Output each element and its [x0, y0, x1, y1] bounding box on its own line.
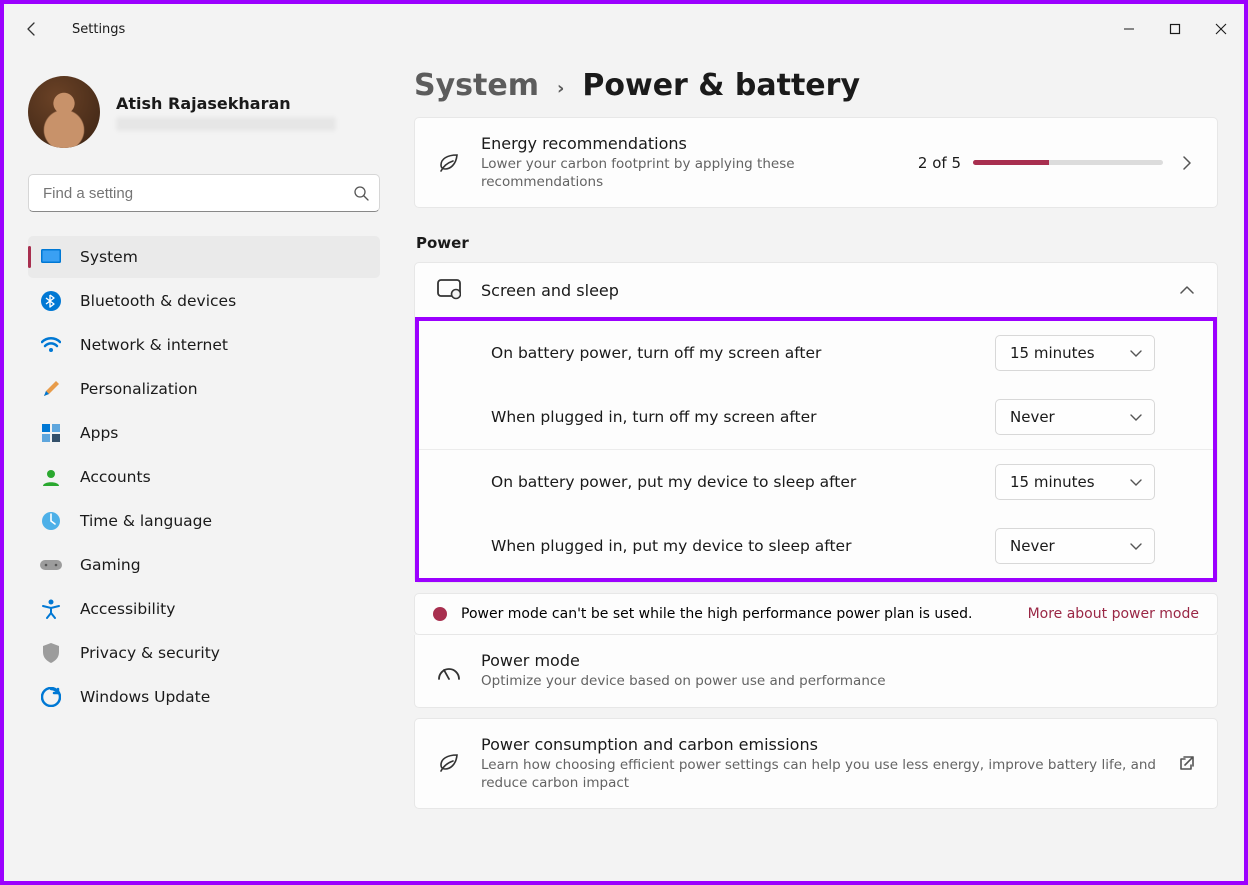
info-icon	[433, 607, 447, 621]
update-icon	[40, 686, 62, 708]
setting-plugged-screen: When plugged in, turn off my screen afte…	[419, 385, 1213, 449]
power-mode-subtitle: Optimize your device based on power use …	[481, 672, 1197, 690]
dropdown-battery-screen[interactable]: 15 minutes	[995, 335, 1155, 371]
system-icon	[40, 246, 62, 268]
maximize-button[interactable]	[1152, 13, 1198, 45]
sidebar-item-label: Privacy & security	[80, 644, 220, 662]
gamepad-icon	[40, 554, 62, 576]
chevron-down-icon	[1130, 411, 1142, 423]
screen-sleep-title: Screen and sleep	[481, 281, 1159, 300]
energy-progress: 2 of 5	[918, 154, 1163, 172]
sidebar: Atish Rajasekharan System Bluetooth & de…	[4, 54, 396, 881]
minimize-button[interactable]	[1106, 13, 1152, 45]
clock-globe-icon	[40, 510, 62, 532]
carbon-subtitle: Learn how choosing efficient power setti…	[481, 756, 1159, 792]
shield-icon	[40, 642, 62, 664]
dropdown-value: Never	[1010, 537, 1055, 555]
content-area: System › Power & battery Energy recommen…	[396, 54, 1244, 881]
sidebar-item-label: Network & internet	[80, 336, 228, 354]
sidebar-item-bluetooth[interactable]: Bluetooth & devices	[28, 280, 380, 322]
profile-name: Atish Rajasekharan	[116, 94, 336, 113]
dropdown-value: 15 minutes	[1010, 473, 1095, 491]
sidebar-item-label: Accessibility	[80, 600, 175, 618]
dropdown-plugged-screen[interactable]: Never	[995, 399, 1155, 435]
sidebar-item-label: Accounts	[80, 468, 151, 486]
dropdown-value: Never	[1010, 408, 1055, 426]
avatar	[28, 76, 100, 148]
paintbrush-icon	[40, 378, 62, 400]
energy-title: Energy recommendations	[481, 134, 900, 153]
search-box[interactable]	[28, 174, 380, 212]
profile-block[interactable]: Atish Rajasekharan	[28, 76, 380, 148]
power-mode-banner: Power mode can't be set while the high p…	[414, 593, 1218, 635]
accessibility-icon	[40, 598, 62, 620]
sidebar-item-accounts[interactable]: Accounts	[28, 456, 380, 498]
bluetooth-icon	[40, 290, 62, 312]
sidebar-item-label: Time & language	[80, 512, 212, 530]
sidebar-item-label: System	[80, 248, 138, 266]
sidebar-item-label: Gaming	[80, 556, 141, 574]
setting-battery-screen: On battery power, turn off my screen aft…	[419, 321, 1213, 385]
sidebar-item-gaming[interactable]: Gaming	[28, 544, 380, 586]
power-mode-title: Power mode	[481, 651, 1197, 670]
carbon-title: Power consumption and carbon emissions	[481, 735, 1159, 754]
setting-battery-sleep: On battery power, put my device to sleep…	[419, 449, 1213, 514]
setting-label: On battery power, turn off my screen aft…	[491, 344, 975, 362]
energy-subtitle: Lower your carbon footprint by applying …	[481, 155, 900, 191]
leaf-icon	[435, 751, 463, 775]
chevron-up-icon	[1177, 280, 1197, 300]
screen-and-sleep-header[interactable]: Screen and sleep	[415, 263, 1217, 317]
sidebar-item-personalization[interactable]: Personalization	[28, 368, 380, 410]
search-icon	[353, 185, 369, 201]
sidebar-item-network[interactable]: Network & internet	[28, 324, 380, 366]
sidebar-item-apps[interactable]: Apps	[28, 412, 380, 454]
sidebar-item-label: Windows Update	[80, 688, 210, 706]
sidebar-item-system[interactable]: System	[28, 236, 380, 278]
carbon-card[interactable]: Power consumption and carbon emissions L…	[414, 718, 1218, 809]
sidebar-item-windows-update[interactable]: Windows Update	[28, 676, 380, 718]
setting-label: When plugged in, put my device to sleep …	[491, 537, 975, 555]
section-power-label: Power	[416, 234, 1218, 252]
chevron-right-icon	[1177, 153, 1197, 173]
page-title: Power & battery	[582, 68, 860, 103]
apps-icon	[40, 422, 62, 444]
sidebar-item-label: Personalization	[80, 380, 198, 398]
close-button[interactable]	[1198, 13, 1244, 45]
setting-plugged-sleep: When plugged in, put my device to sleep …	[419, 514, 1213, 578]
sidebar-item-accessibility[interactable]: Accessibility	[28, 588, 380, 630]
chevron-down-icon	[1130, 347, 1142, 359]
sidebar-item-time-language[interactable]: Time & language	[28, 500, 380, 542]
window-title: Settings	[72, 22, 125, 37]
leaf-icon	[435, 151, 463, 175]
screen-icon	[435, 279, 463, 301]
energy-recommendations-card[interactable]: Energy recommendations Lower your carbon…	[414, 117, 1218, 208]
chevron-down-icon	[1130, 476, 1142, 488]
profile-email	[116, 117, 336, 131]
banner-text: Power mode can't be set while the high p…	[461, 606, 973, 622]
chevron-right-icon: ›	[557, 78, 564, 99]
chevron-down-icon	[1130, 540, 1142, 552]
breadcrumb-parent[interactable]: System	[414, 68, 539, 103]
sidebar-item-label: Apps	[80, 424, 118, 442]
person-icon	[40, 466, 62, 488]
setting-label: When plugged in, turn off my screen afte…	[491, 408, 975, 426]
open-external-icon	[1177, 753, 1197, 773]
back-button[interactable]	[12, 11, 52, 47]
setting-label: On battery power, put my device to sleep…	[491, 473, 975, 491]
breadcrumb: System › Power & battery	[414, 68, 1218, 103]
screen-and-sleep-card: Screen and sleep On battery power, turn …	[414, 262, 1218, 583]
wifi-icon	[40, 334, 62, 356]
titlebar: Settings	[4, 4, 1244, 54]
sidebar-item-privacy[interactable]: Privacy & security	[28, 632, 380, 674]
dropdown-value: 15 minutes	[1010, 344, 1095, 362]
more-about-power-mode-link[interactable]: More about power mode	[1028, 606, 1199, 622]
sidebar-item-label: Bluetooth & devices	[80, 292, 236, 310]
dropdown-plugged-sleep[interactable]: Never	[995, 528, 1155, 564]
gauge-icon	[435, 661, 463, 681]
progress-label: 2 of 5	[918, 154, 961, 172]
search-input[interactable]	[43, 185, 353, 202]
power-mode-card[interactable]: Power mode Optimize your device based on…	[414, 635, 1218, 707]
dropdown-battery-sleep[interactable]: 15 minutes	[995, 464, 1155, 500]
